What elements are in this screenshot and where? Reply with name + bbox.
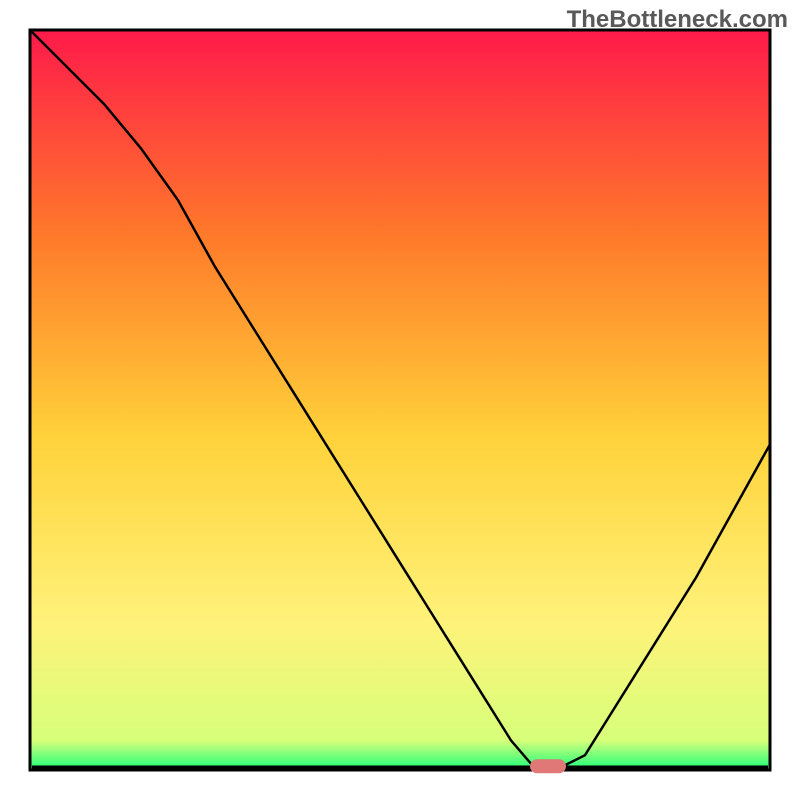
watermark-text: TheBottleneck.com — [567, 6, 788, 34]
minimum-marker — [530, 759, 566, 773]
chart-svg — [0, 0, 800, 800]
plot-background — [30, 30, 770, 770]
chart-container: { "watermark": "TheBottleneck.com", "cha… — [0, 0, 800, 800]
